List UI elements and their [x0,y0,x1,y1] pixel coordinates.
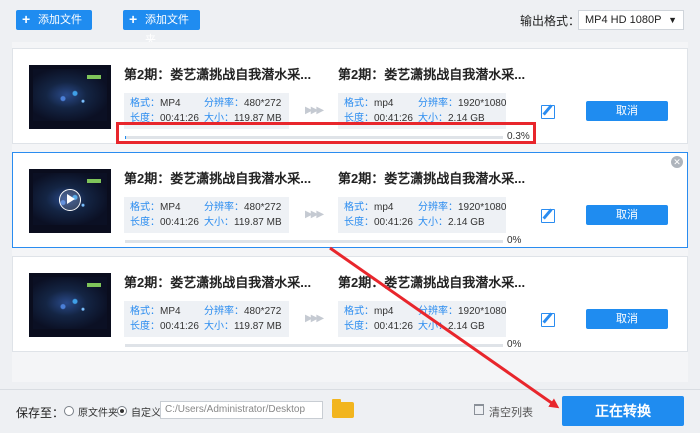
folder-icon[interactable] [332,399,354,418]
task-card[interactable]: 第2期：娄艺潇挑战自我潜水采... 格式：MP4 分辨率：480*272 长度：… [12,152,688,248]
convert-arrow-icon: ▶▶▶ [305,209,324,220]
output-title: 第2期：娄艺潇挑战自我潜水采... [338,67,526,82]
trash-icon[interactable] [474,404,484,415]
source-info: 格式：MP4 分辨率：480*272 长度：00:41:26 大小：119.87… [124,197,289,233]
add-file-label: 添加文件 [38,14,82,26]
save-to-label: 保存至： [16,406,65,420]
output-format-select[interactable]: MP4 HD 1080P ▼ [578,10,684,30]
highlight-box [116,122,536,144]
radio-original-folder[interactable] [64,406,74,416]
plus-icon: + [22,11,31,27]
dropdown-arrow-icon: ▼ [668,15,677,25]
bottom-bar: 保存至： 原文件夹 自定义 C:/Users/Administrator/Des… [0,389,700,433]
source-title: 第2期：娄艺潇挑战自我潜水采... [124,171,312,186]
close-icon[interactable]: ✕ [671,156,683,168]
option-original-label: 原文件夹 [78,408,118,419]
play-icon[interactable] [59,189,81,211]
toolbar: + 添加文件 + 添加文件夹 输出格式： MP4 HD 1080P ▼ [0,0,700,46]
progress-bar [125,240,503,243]
source-info: 格式：MP4 分辨率：480*272 长度：00:41:26 大小：119.87… [124,301,289,337]
video-thumbnail[interactable] [29,169,111,233]
output-format-value: MP4 HD 1080P [585,14,662,26]
progress-bar [125,344,503,347]
add-file-button[interactable]: + 添加文件 [16,10,92,30]
option-custom-label: 自定义 [131,408,161,419]
output-title: 第2期：娄艺潇挑战自我潜水采... [338,171,526,186]
output-info: 格式：mp4 分辨率：1920*1080 长度：00:41:26 大小：2.14… [338,197,506,233]
task-card[interactable]: 第2期：娄艺潇挑战自我潜水采... 格式：MP4 分辨率：480*272 长度：… [12,256,688,352]
edit-icon[interactable] [541,313,555,327]
convert-arrow-icon: ▶▶▶ [305,313,324,324]
output-title: 第2期：娄艺潇挑战自我潜水采... [338,275,526,290]
output-format-label: 输出格式： [520,14,581,28]
progress-percent: 0% [507,339,522,350]
edit-icon[interactable] [541,209,555,223]
start-convert-button[interactable]: 正在转换 [562,396,684,426]
convert-arrow-icon: ▶▶▶ [305,105,324,116]
save-path-field[interactable]: C:/Users/Administrator/Desktop [160,401,323,419]
cancel-button[interactable]: 取消 [586,205,668,225]
radio-custom[interactable] [117,406,127,416]
cancel-button[interactable]: 取消 [586,309,668,329]
task-list: 第2期：娄艺潇挑战自我潜水采... 格式：MP4 分辨率：480*272 长度：… [12,42,688,382]
plus-icon: + [129,11,138,27]
source-title: 第2期：娄艺潇挑战自我潜水采... [124,67,312,82]
cancel-button[interactable]: 取消 [586,101,668,121]
video-thumbnail[interactable] [29,273,111,337]
clear-list-button[interactable]: 清空列表 [489,404,533,420]
source-title: 第2期：娄艺潇挑战自我潜水采... [124,275,312,290]
edit-icon[interactable] [541,105,555,119]
progress-percent: 0% [507,235,522,246]
add-folder-button[interactable]: + 添加文件夹 [123,10,200,46]
output-info: 格式：mp4 分辨率：1920*1080 长度：00:41:26 大小：2.14… [338,301,506,337]
video-thumbnail[interactable] [29,65,111,129]
